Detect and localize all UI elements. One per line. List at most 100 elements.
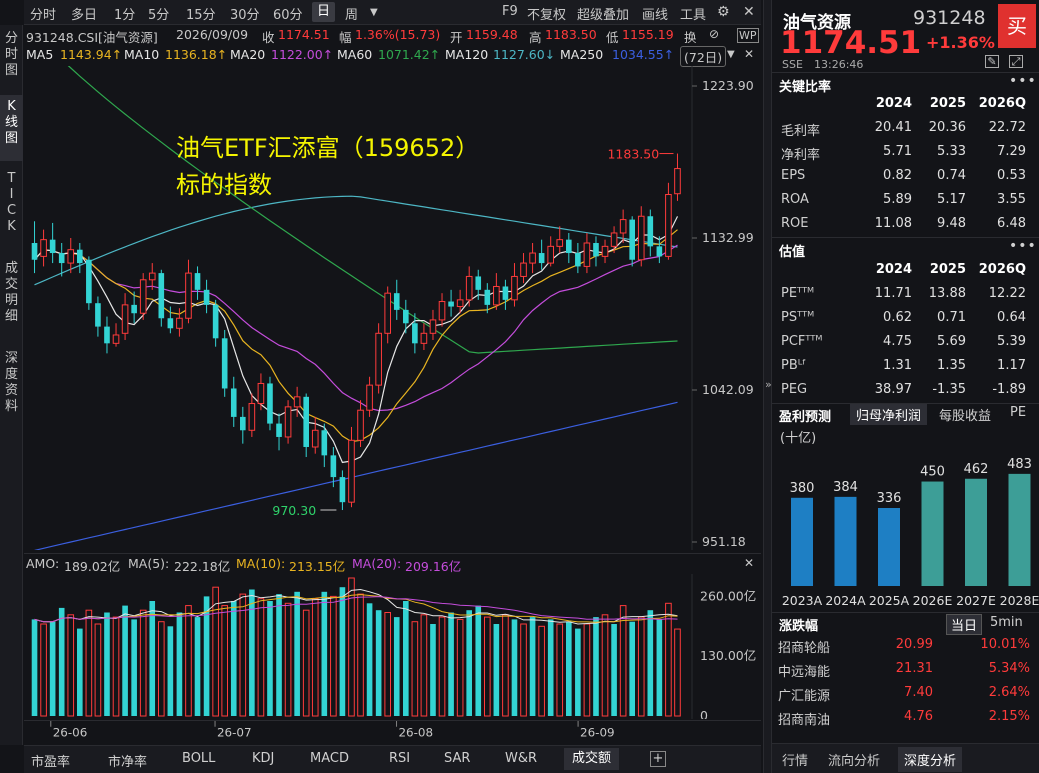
candle (465, 266, 473, 307)
candle (438, 293, 446, 327)
tab-boll[interactable]: BOLL (182, 751, 215, 766)
candle (493, 273, 500, 310)
tools-button[interactable]: 工具 (680, 4, 706, 23)
forecast-year-label: 2028E (1000, 593, 1039, 608)
period-day[interactable]: 日 (312, 2, 336, 22)
period-60min[interactable]: 60分 (273, 4, 303, 23)
tab-deep-analysis[interactable]: 深度分析 (898, 747, 963, 772)
overlay-button[interactable]: 超级叠加 (577, 4, 629, 23)
table-row-label: PSᵀᵀᴹ (781, 310, 815, 325)
close-icon[interactable]: ✕ (743, 4, 755, 20)
movers-tab-5min[interactable]: 5min (990, 615, 1023, 630)
forecast-tab-netprofit[interactable]: 归母净利润 (850, 404, 928, 425)
forecast-tab-eps[interactable]: 每股收益 (939, 405, 991, 424)
period-more-chevron-icon[interactable]: ▼ (370, 7, 378, 18)
table-row-label: 毛利率 (781, 124, 821, 139)
vol-ma20-line (34, 596, 678, 623)
ratios-more-icon[interactable]: ••• (1009, 73, 1037, 89)
volume-bar (40, 623, 47, 717)
tab-market[interactable]: 行情 (782, 750, 808, 769)
tab-macd[interactable]: MACD (310, 751, 349, 766)
forecast-tab-pe[interactable]: PE (1010, 405, 1026, 420)
amo-value: 189.02亿 (64, 559, 121, 574)
valuation-more-icon[interactable]: ••• (1009, 238, 1037, 254)
table-cell: 0.74 (937, 168, 966, 183)
volume-bar (139, 609, 147, 717)
toggle-icon[interactable]: ⊘ (709, 27, 719, 41)
table-cell: 5.89 (883, 192, 912, 207)
tab-sar[interactable]: SAR (444, 751, 470, 766)
table-cell: 22.72 (988, 120, 1026, 135)
tab-pe-ratio[interactable]: 市盈率 (31, 751, 70, 770)
ma-legend-line: MA5 1143.94↑ MA10 1136.18↑ MA20 1122.00↑… (24, 45, 761, 67)
volume-bar (511, 619, 518, 716)
mover-pct: 2.15% (988, 709, 1030, 724)
ma-close-icon[interactable]: ✕ (744, 47, 754, 61)
buy-button[interactable]: 买 (998, 4, 1036, 48)
candle (665, 182, 672, 260)
period-15min[interactable]: 15分 (186, 4, 216, 23)
volume-chart[interactable]: 260.00亿 130.00亿 0 (24, 574, 761, 719)
ma5-value: 1143.94↑ (60, 47, 123, 62)
period-5min[interactable]: 5分 (148, 4, 169, 23)
tab-turnover[interactable]: 成交额 (564, 748, 620, 770)
candle (248, 393, 256, 437)
period-week[interactable]: 周 (345, 4, 358, 23)
volume-bar (366, 603, 373, 716)
price-tick-label: 951.18 (702, 534, 746, 549)
tab-fenshitu[interactable]: 分 时 图 (0, 31, 23, 91)
wp-icon[interactable]: WP (737, 28, 759, 43)
volume-bar (230, 601, 237, 716)
period-30min[interactable]: 30分 (230, 4, 260, 23)
candle (674, 153, 681, 201)
volume-bar (601, 614, 609, 717)
panel-divider[interactable]: » (763, 0, 772, 773)
ma-chevron-down-icon[interactable]: ▼ (727, 49, 735, 60)
tab-kline[interactable]: K 线 图 (0, 95, 23, 161)
tab-rsi[interactable]: RSI (389, 751, 410, 766)
forecast-bar (791, 497, 813, 586)
period-1min[interactable]: 1分 (114, 4, 135, 23)
low-value: 1155.19 (622, 27, 674, 42)
add-indicator-plus-icon[interactable]: + (650, 751, 666, 767)
fuquan-button[interactable]: 不复权 (527, 4, 566, 23)
vol-close-icon[interactable]: ✕ (744, 556, 754, 570)
mover-name[interactable]: 中远海能 (778, 661, 830, 680)
vol-ma10-label: MA(10): (236, 556, 286, 571)
kline-chart[interactable]: 1223.90 1132.99 1042.09 951.18 油气ETF汇添富（159… (24, 66, 761, 550)
mover-name[interactable]: 广汇能源 (778, 685, 830, 704)
expand-icon[interactable]: ⤢ (1009, 55, 1023, 68)
tab-pb-ratio[interactable]: 市净率 (108, 751, 147, 770)
tab-tick[interactable]: T I C K (0, 171, 23, 251)
mover-pct: 10.01% (980, 637, 1030, 652)
mover-name[interactable]: 招商轮船 (778, 637, 830, 656)
tab-deep-data[interactable]: 深 度 资 料 (0, 351, 23, 431)
draw-button[interactable]: 画线 (642, 4, 668, 23)
days-range[interactable]: (72日) (680, 46, 727, 67)
ma5-label: MA5 (26, 47, 54, 62)
volume-bar (294, 591, 300, 716)
forecast-bar (878, 508, 900, 586)
edit-icon[interactable]: ✎ (985, 55, 999, 68)
tab-kdj[interactable]: KDJ (252, 751, 274, 766)
period-fenshi[interactable]: 分时 (30, 4, 56, 23)
table-row-label: EPS (781, 168, 806, 183)
candle (393, 279, 400, 320)
movers-tab-today[interactable]: 当日 (946, 614, 983, 635)
settings-gear-icon[interactable]: ⚙ (717, 4, 730, 20)
volume-bars (31, 577, 681, 717)
ma10-label: MA10 (124, 47, 160, 62)
table-cell: 0.53 (997, 168, 1026, 183)
stock-price: 1174.51 (780, 25, 922, 61)
collapse-chevron-icon[interactable]: » (765, 378, 772, 391)
f9-button[interactable]: F9 (502, 4, 518, 19)
table-cell: 11.08 (874, 216, 912, 231)
period-duori[interactable]: 多日 (71, 4, 97, 23)
mover-name[interactable]: 招商南油 (778, 709, 830, 728)
candle (556, 226, 564, 254)
tab-wr[interactable]: W&R (505, 751, 537, 766)
volume-bar (94, 623, 102, 717)
candle (104, 316, 110, 354)
tab-trade-detail[interactable]: 成 交 明 细 (0, 261, 23, 341)
tab-flow-analysis[interactable]: 流向分析 (828, 750, 880, 769)
